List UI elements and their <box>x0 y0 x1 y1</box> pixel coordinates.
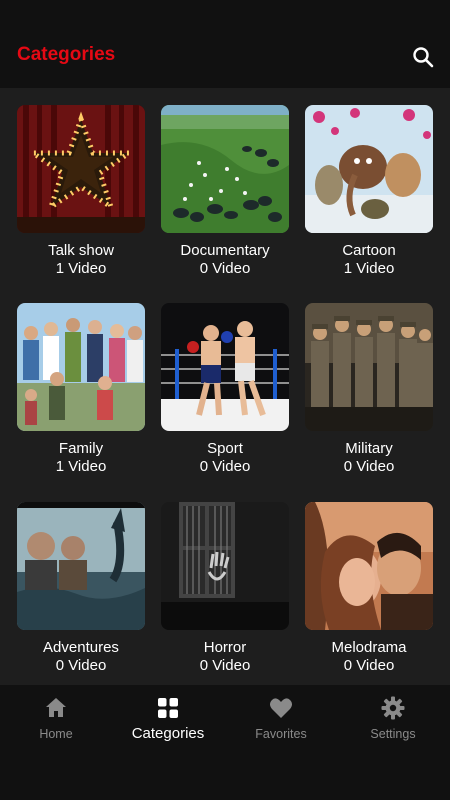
category-count: 0 Video <box>55 657 107 674</box>
category-count: 0 Video <box>199 260 251 277</box>
category-name: Documentary <box>180 242 270 259</box>
documentary-thumbnail <box>161 105 289 233</box>
app-header: Categories <box>0 0 450 88</box>
nav-home[interactable]: Home <box>0 695 112 755</box>
grid-icon <box>158 698 178 718</box>
family-thumbnail <box>17 303 145 431</box>
category-count: 0 Video <box>343 458 395 475</box>
category-name: Cartoon <box>342 242 396 259</box>
category-count: 1 Video <box>55 260 107 277</box>
nav-label: Home <box>39 727 73 741</box>
nav-categories[interactable]: Categories <box>112 695 224 755</box>
category-name: Family <box>58 440 104 457</box>
heart-icon <box>270 698 292 718</box>
category-name: Adventures <box>43 639 119 656</box>
category-count: 1 Video <box>55 458 107 475</box>
nav-label: Categories <box>131 725 205 742</box>
nav-label: Settings <box>370 727 416 741</box>
category-name: Melodrama <box>331 639 407 656</box>
search-icon[interactable] <box>410 44 438 72</box>
nav-favorites[interactable]: Favorites <box>225 695 337 755</box>
nav-settings[interactable]: Settings <box>337 695 449 755</box>
talk-show-thumbnail <box>17 105 145 233</box>
category-name: Talk show <box>48 242 114 259</box>
category-name: Military <box>345 440 393 457</box>
bottom-navigation: Home Categories Favorites Settings <box>0 685 450 800</box>
cartoon-thumbnail <box>305 105 433 233</box>
home-icon <box>46 698 66 717</box>
military-thumbnail <box>305 303 433 431</box>
category-count: 0 Video <box>199 657 251 674</box>
sport-thumbnail <box>161 303 289 431</box>
nav-label: Favorites <box>255 727 307 741</box>
page-title: Categories <box>17 44 116 65</box>
category-count: 1 Video <box>343 260 395 277</box>
category-count: 0 Video <box>199 458 251 475</box>
category-count: 0 Video <box>343 657 395 674</box>
category-name: Sport <box>207 440 243 457</box>
adventures-thumbnail <box>17 502 145 630</box>
horror-thumbnail <box>161 502 289 630</box>
melodrama-thumbnail <box>305 502 433 630</box>
gear-icon <box>381 696 405 720</box>
category-name: Horror <box>203 639 247 656</box>
category-grid: Talk show 1 Video Documentary 0 Video Ca… <box>0 88 450 685</box>
